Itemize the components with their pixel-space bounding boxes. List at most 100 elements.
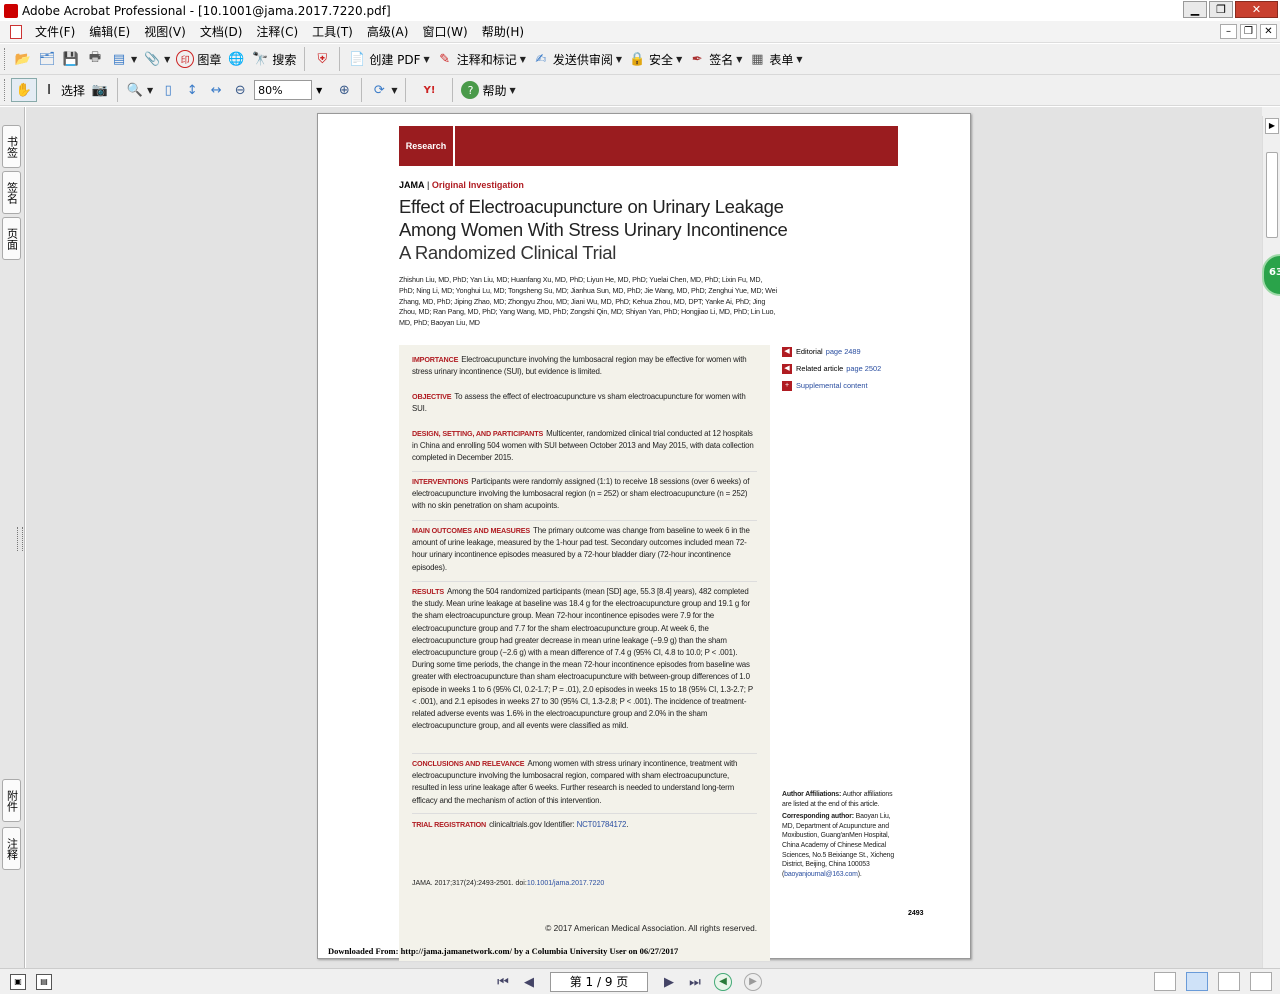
- menu-help[interactable]: 帮助(H): [475, 23, 531, 40]
- tab-attachments[interactable]: 附件: [2, 779, 21, 822]
- scroll-right-arrow-icon[interactable]: ▶: [1265, 118, 1279, 134]
- doc-minimize-button[interactable]: –: [1220, 24, 1237, 39]
- pdf-page: Research JAMA | Original Investigation E…: [317, 113, 971, 961]
- hand-tool-button[interactable]: ✋: [11, 78, 37, 102]
- security-tool-button[interactable]: ⛨: [310, 47, 334, 71]
- fit-width-button[interactable]: ↔: [204, 78, 228, 102]
- editorial-page-link[interactable]: page 2489: [826, 347, 861, 356]
- organizer-button[interactable]: 🗂: [35, 47, 59, 71]
- toolbar-separator: [339, 47, 341, 71]
- actual-size-button[interactable]: ▯: [156, 78, 180, 102]
- tab-bookmarks[interactable]: 书签: [2, 125, 21, 168]
- tab-signatures[interactable]: 签名: [2, 171, 21, 214]
- chevron-down-icon: ▼: [147, 85, 154, 95]
- print-button[interactable]: 🖶: [83, 47, 107, 71]
- save-button[interactable]: 💾: [59, 47, 83, 71]
- vertical-scrollbar[interactable]: ▶: [1262, 116, 1280, 968]
- create-pdf-icon: 📄: [349, 51, 366, 67]
- menu-comments[interactable]: 注释(C): [249, 23, 305, 40]
- menu-document[interactable]: 文档(D): [193, 23, 250, 40]
- doi-link[interactable]: 10.1001/jama.2017.7220: [527, 880, 604, 887]
- first-page-button[interactable]: ⏮: [490, 975, 516, 990]
- page-options-icon[interactable]: ▤: [36, 973, 52, 990]
- zoom-in-button[interactable]: ⊕: [332, 78, 356, 102]
- menu-advanced[interactable]: 高级(A): [360, 23, 416, 40]
- last-page-button[interactable]: ⏭: [682, 975, 708, 990]
- menu-tools[interactable]: 工具(T): [305, 23, 360, 40]
- window-controls: ▁ ❐ ✕: [1181, 1, 1278, 18]
- menu-view[interactable]: 视图(V): [137, 23, 193, 40]
- zoom-input[interactable]: 80%: [254, 80, 313, 100]
- chevron-down-icon: ▼: [509, 85, 516, 95]
- pen-icon: ✒: [691, 51, 703, 67]
- snapshot-button[interactable]: 📷: [88, 78, 112, 102]
- related-page-link[interactable]: page 2502: [846, 364, 881, 373]
- go-back-button[interactable]: ◀: [714, 973, 732, 991]
- attach-button[interactable]: 📎 ▼: [140, 47, 173, 71]
- rotate-view-button[interactable]: ⟳ ▼: [367, 78, 400, 102]
- browser-button[interactable]: 🌐: [224, 47, 248, 71]
- zoom-tool-button[interactable]: 🔍 ▼: [123, 78, 156, 102]
- fit-page-button[interactable]: ↕: [180, 78, 204, 102]
- continuous-facing-layout-button[interactable]: [1250, 972, 1272, 991]
- related-link-row[interactable]: ◀ Related article page 2502: [782, 360, 881, 377]
- chevron-down-icon: ▼: [796, 54, 803, 64]
- tab-comments[interactable]: 注释: [2, 827, 21, 870]
- zoom-out-button[interactable]: ⊖: [228, 78, 252, 102]
- minus-circle-icon: ⊖: [234, 82, 246, 98]
- continuous-layout-button[interactable]: [1186, 972, 1208, 991]
- forms-button[interactable]: ▦ 表单 ▼: [745, 47, 805, 71]
- help-button[interactable]: ? 帮助 ▼: [458, 78, 518, 102]
- send-review-button[interactable]: ✍ 发送供审阅 ▼: [529, 47, 625, 71]
- menu-bar: 文件(F) 编辑(E) 视图(V) 文档(D) 注释(C) 工具(T) 高级(A…: [0, 21, 1280, 43]
- maximize-button[interactable]: ❐: [1209, 1, 1233, 18]
- doc-restore-button[interactable]: ❐: [1240, 24, 1257, 39]
- menu-file[interactable]: 文件(F): [28, 23, 82, 40]
- menu-edit[interactable]: 编辑(E): [82, 23, 137, 40]
- next-page-button[interactable]: ▶: [656, 975, 682, 990]
- document-view[interactable]: Research JAMA | Original Investigation E…: [26, 107, 1262, 968]
- open-button[interactable]: 📂: [11, 47, 35, 71]
- create-pdf-button[interactable]: 📄 创建 PDF ▼: [345, 47, 432, 71]
- page-navigation: ⏮ ◀ 第 1 / 9 页 ▶ ⏭ ◀ ▶: [490, 971, 768, 993]
- yahoo-button[interactable]: Y!: [411, 78, 447, 102]
- panel-toggle-icon[interactable]: ▣: [10, 973, 26, 990]
- email-link[interactable]: baoyanjournal@163.com: [784, 871, 858, 878]
- minimize-button[interactable]: ▁: [1183, 1, 1207, 18]
- toolbar-grip[interactable]: [4, 79, 7, 101]
- doc-close-button[interactable]: ✕: [1260, 24, 1277, 39]
- facing-layout-button[interactable]: [1218, 972, 1240, 991]
- supplemental-link[interactable]: Supplemental content: [796, 381, 868, 390]
- tasks-button[interactable]: ▤ ▼: [107, 47, 140, 71]
- help-circle-icon: ?: [461, 81, 480, 99]
- pdf-document-icon[interactable]: [10, 24, 22, 39]
- page-indicator-input[interactable]: 第 1 / 9 页: [550, 972, 648, 992]
- comment-markup-button[interactable]: ✎ 注释和标记 ▼: [433, 47, 529, 71]
- text-cursor-icon: Ⅰ: [47, 82, 51, 98]
- menu-window[interactable]: 窗口(W): [415, 23, 474, 40]
- sign-button[interactable]: ✒ 签名 ▼: [685, 47, 745, 71]
- globe-icon: 🌐: [228, 51, 245, 67]
- security-button[interactable]: 🔒 安全 ▼: [625, 47, 685, 71]
- tab-pages[interactable]: 页面: [2, 217, 21, 260]
- research-label: Research: [399, 126, 455, 166]
- chevron-down-icon: ▼: [131, 54, 138, 64]
- supplemental-link-row[interactable]: + Supplemental content: [782, 377, 881, 394]
- go-forward-button[interactable]: ▶: [744, 973, 762, 991]
- abstract-outcomes: MAIN OUTCOMES AND MEASURES The primary ou…: [412, 526, 750, 572]
- close-button[interactable]: ✕: [1235, 1, 1278, 18]
- editorial-link-row[interactable]: ◀ Editorial page 2489: [782, 343, 881, 360]
- panel-resize-handle[interactable]: [17, 527, 23, 551]
- seal-button[interactable]: 印图章: [173, 47, 224, 71]
- single-page-layout-button[interactable]: [1154, 972, 1176, 991]
- chevron-down-icon: ▼: [164, 54, 171, 64]
- trial-id-link[interactable]: NCT01784172: [577, 820, 627, 829]
- scrollbar-thumb[interactable]: [1266, 152, 1278, 238]
- toolbar-grip[interactable]: [4, 48, 7, 70]
- zoom-dropdown-icon[interactable]: ▼: [316, 86, 322, 95]
- search-button[interactable]: 🔭 搜索: [248, 47, 299, 71]
- citation: JAMA. 2017;317(24):2493-2501. doi:10.100…: [412, 880, 605, 887]
- select-tool-button[interactable]: Ⅰ 选择: [37, 78, 88, 102]
- toolbar-separator: [405, 78, 407, 102]
- previous-page-button[interactable]: ◀: [516, 975, 542, 990]
